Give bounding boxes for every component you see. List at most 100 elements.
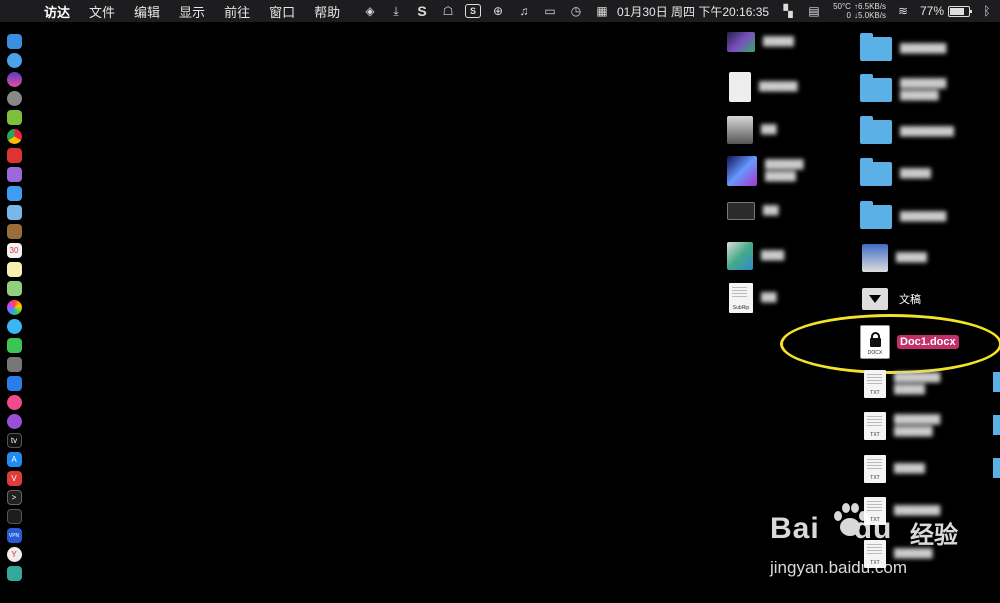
facetime-icon[interactable] — [6, 338, 22, 353]
desktop-item-txt[interactable]: TXT ▇▇▇▇ — [864, 455, 925, 483]
ghost-icon[interactable]: ☖ — [439, 3, 457, 19]
launchpad-icon[interactable] — [6, 91, 22, 106]
fox-icon[interactable]: ◈ — [361, 3, 379, 19]
app-red-icon[interactable] — [6, 148, 22, 163]
calendar-icon[interactable]: ▦ — [593, 3, 611, 19]
compass-icon[interactable] — [6, 186, 22, 201]
finder-icon[interactable] — [6, 34, 22, 49]
bookmark-icon[interactable]: ▚ — [779, 3, 797, 19]
folder-item[interactable]: ▇▇▇▇▇▇ — [860, 201, 946, 229]
desktop-item-movie[interactable]: ▇▇ — [727, 202, 778, 220]
music-icon[interactable]: ♫ — [515, 3, 533, 19]
offscreen-folder-icon — [993, 458, 1000, 478]
desktop-item-app[interactable]: ▇▇▇ — [727, 242, 784, 270]
itunes-icon[interactable] — [6, 395, 22, 410]
folder-item[interactable]: ▇▇▇▇▇▇ ▇▇▇▇▇ — [860, 74, 946, 102]
chrome-icon[interactable] — [6, 129, 22, 144]
watermark-brand-tail: du — [853, 512, 893, 545]
monitor-icon[interactable]: ▤ — [805, 3, 823, 19]
globe-icon[interactable]: ⊕ — [489, 3, 507, 19]
android-icon[interactable] — [6, 110, 22, 125]
watermark-brand-head: Bai — [770, 512, 820, 545]
cpu-temp: 50°C — [833, 2, 851, 11]
album-art-icon — [727, 156, 757, 186]
offscreen-folder-icon — [993, 372, 1000, 392]
yandex-icon[interactable]: Y — [6, 547, 22, 562]
subrip-file-label: SubRip — [732, 305, 750, 311]
maps-icon[interactable] — [6, 281, 22, 296]
menu-edit[interactable]: 编辑 — [134, 2, 160, 21]
keynote-icon[interactable] — [6, 376, 22, 391]
battery-percent[interactable]: 77% — [920, 4, 944, 18]
blurred-label: ▇▇▇▇ — [763, 36, 794, 47]
safari-icon[interactable] — [6, 53, 22, 68]
txt-ext-label: TXT — [870, 475, 880, 481]
folder-icon — [860, 158, 892, 186]
txt-file-icon: TXT — [864, 412, 886, 440]
siri-icon[interactable] — [6, 72, 22, 87]
preview-icon[interactable] — [6, 205, 22, 220]
desktop-item-screenshot[interactable]: ▇▇▇▇ — [727, 32, 794, 52]
app-store-icon[interactable]: A — [6, 452, 22, 467]
txt-file-icon: TXT — [864, 455, 886, 483]
pdf-file-icon — [729, 72, 751, 102]
documents-stack[interactable]: 文稿 — [862, 288, 921, 310]
folder-item[interactable]: ▇▇▇▇ — [860, 158, 931, 186]
video-file-icon — [727, 202, 755, 220]
desktop-item-pdf[interactable]: ▇▇▇▇▇ — [729, 72, 797, 102]
app-purple-icon[interactable] — [6, 167, 22, 182]
desktop-item-subrip[interactable]: SubRip ▇▇ — [729, 283, 776, 313]
folder-icon — [860, 74, 892, 102]
desktop-item-txt[interactable]: TXT ▇▇▇▇▇▇ ▇▇▇▇▇ — [864, 412, 940, 440]
folder-icon — [860, 33, 892, 61]
app-brown-icon[interactable] — [6, 224, 22, 239]
menu-file[interactable]: 文件 — [89, 2, 115, 21]
blurred-label: ▇▇▇▇▇▇▇ — [900, 126, 954, 137]
screen-share-icon[interactable]: ▭ — [541, 3, 559, 19]
desktop-item-app-shortcut[interactable]: ▇▇▇▇ — [862, 244, 927, 272]
desktop-item-photo[interactable]: ▇▇ — [727, 116, 776, 144]
sogou-icon[interactable]: S — [465, 4, 481, 18]
desktop-item-mp3[interactable]: ▇▇▇▇▇ ▇▇▇▇ — [727, 156, 803, 186]
desktop-item-txt[interactable]: TXT ▇▇▇▇▇▇ ▇▇▇▇ — [864, 370, 940, 398]
system-prefs-icon[interactable] — [6, 357, 22, 372]
podcasts-icon[interactable] — [6, 414, 22, 429]
clock-app-icon[interactable]: ◷ — [567, 3, 585, 19]
apple-tv-icon[interactable]: tv — [6, 433, 22, 448]
menu-go[interactable]: 前往 — [224, 2, 250, 21]
folder-item[interactable]: ▇▇▇▇▇▇ — [860, 33, 946, 61]
network-monitor[interactable]: 50°C 0 ↑6.5KB/s ↓5.0KB/s — [833, 2, 886, 20]
messages-icon[interactable] — [6, 319, 22, 334]
image-thumbnail-icon — [727, 32, 755, 52]
menu-finder[interactable]: 访达 — [44, 2, 70, 21]
bluetooth-icon[interactable]: ᛒ — [978, 3, 996, 19]
clock[interactable]: 01月30日 周四 下午20:16:35 — [617, 3, 769, 20]
net-zero: 0 — [846, 11, 851, 20]
calendar-dock-icon[interactable]: 30 — [6, 243, 22, 258]
baidu-watermark: Bai du 经验 jingyan.baidu.com — [770, 500, 1000, 590]
notes-icon[interactable] — [6, 262, 22, 277]
vpn-icon[interactable]: VPN — [6, 528, 22, 543]
activity-monitor-icon[interactable] — [6, 509, 22, 524]
blurred-label: ▇▇ — [761, 292, 777, 303]
wifi-icon[interactable]: ≋ — [894, 3, 912, 19]
watermark-brand: Bai du — [770, 512, 892, 546]
documents-stack-label: 文稿 — [899, 294, 921, 306]
blurred-label: ▇▇▇▇▇▇ ▇▇▇▇ — [894, 372, 941, 395]
menu-window[interactable]: 窗口 — [269, 2, 295, 21]
photos-icon[interactable] — [6, 300, 22, 315]
watermark-url: jingyan.baidu.com — [770, 558, 908, 577]
terminal-icon[interactable]: > — [6, 490, 22, 505]
vivaldi-icon[interactable]: V — [6, 471, 22, 486]
app-screenshot-icon — [862, 244, 888, 272]
battery-icon[interactable] — [948, 5, 972, 17]
download-icon[interactable]: ⤓ — [387, 3, 405, 19]
app-teal-icon[interactable] — [6, 566, 22, 581]
menu-view[interactable]: 显示 — [179, 2, 205, 21]
txt-file-icon: TXT — [864, 370, 886, 398]
folder-item[interactable]: ▇▇▇▇▇▇▇ — [860, 116, 954, 144]
upload-speed: ↑6.5KB/s — [853, 2, 886, 11]
s-app-icon[interactable]: S — [413, 3, 431, 19]
stack-collapse-icon[interactable] — [862, 288, 888, 310]
menu-help[interactable]: 帮助 — [314, 2, 340, 21]
